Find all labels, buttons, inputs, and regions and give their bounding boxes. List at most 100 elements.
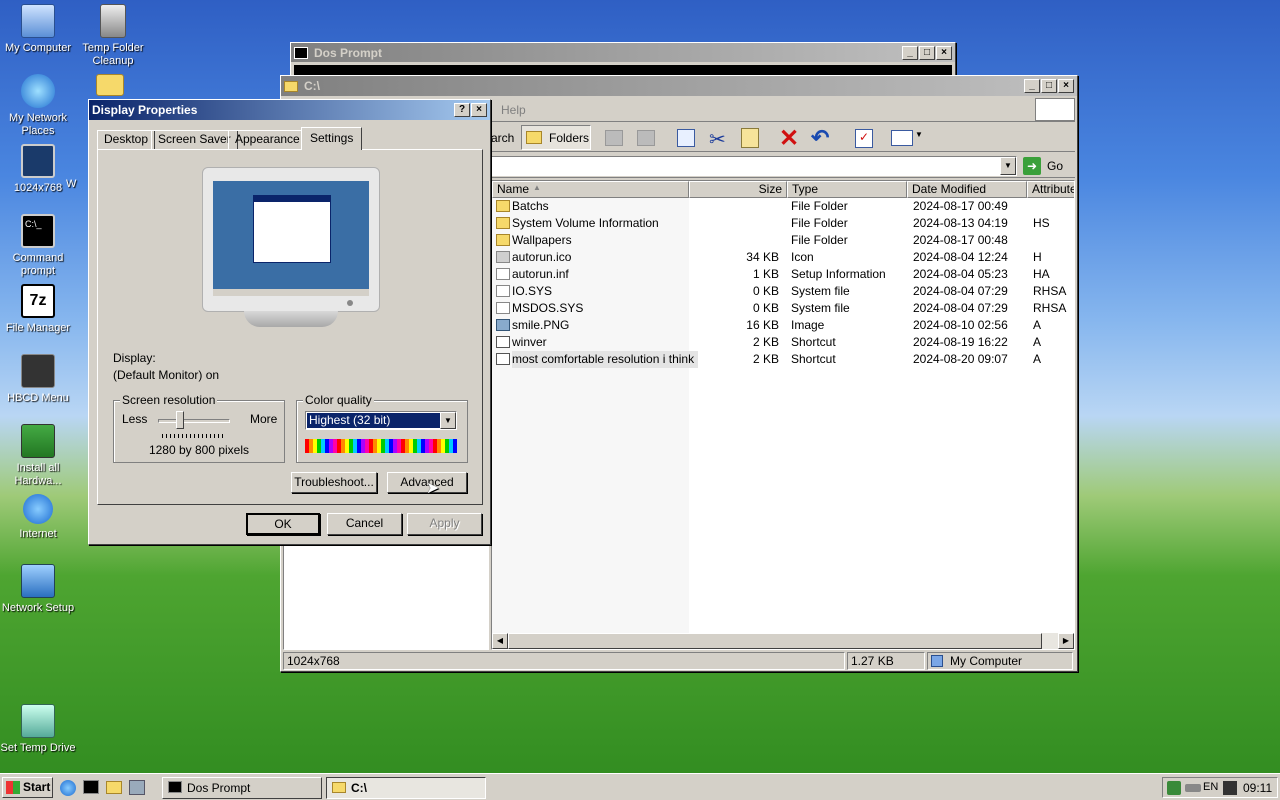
desktop-icon-my-computer[interactable]: My Computer [0, 4, 76, 55]
tab-appearance[interactable]: Appearance [228, 130, 307, 149]
properties-icon[interactable]: ✓ [855, 129, 873, 148]
7zip-icon: 7z [21, 284, 55, 318]
menu-help[interactable]: Help [501, 103, 526, 117]
language-indicator[interactable]: EN [1203, 781, 1218, 793]
dos-prompt-titlebar[interactable]: Dos Prompt _ □ × [291, 43, 955, 62]
minimize-button[interactable]: _ [902, 45, 918, 60]
column-header-date-modified[interactable]: Date Modified [907, 181, 1027, 198]
scroll-right-button[interactable]: ▶ [1058, 633, 1074, 649]
desktop-icon-command-prompt[interactable]: C:\_ Command prompt [0, 214, 76, 278]
file-row[interactable]: smile.PNG 16 KB Image 2024-08-10 02:56 A [492, 317, 1074, 334]
desktop-icon-my-network-places[interactable]: My Network Places [0, 74, 76, 138]
desktop-icon-w[interactable]: W [66, 178, 90, 191]
file-row[interactable]: IO.SYS 0 KB System file 2024-08-04 07:29 RHS… [492, 283, 1074, 300]
quicklaunch-folder-icon[interactable] [106, 781, 122, 794]
chevron-down-icon[interactable]: ▼ [915, 130, 923, 139]
help-button[interactable]: ? [454, 103, 470, 117]
desktop-icon-1024x768[interactable]: 1024x768 [0, 144, 76, 195]
chevron-down-icon[interactable]: ▼ [440, 412, 456, 429]
resolution-slider[interactable] [158, 419, 230, 423]
apply-button[interactable]: Apply [407, 513, 482, 535]
file-icon [496, 319, 510, 331]
chevron-down-icon[interactable]: ▼ [1000, 157, 1016, 175]
address-input[interactable]: ▼ [491, 156, 1017, 176]
views-icon[interactable] [891, 130, 913, 146]
file-row[interactable]: System Volume Information File Folder 2024… [492, 215, 1074, 232]
screen-resolution-label: Screen resolution [120, 393, 218, 407]
color-quality-select[interactable]: Highest (32 bit) ▼ [305, 411, 457, 430]
file-row[interactable]: Batchs File Folder 2024-08-17 00:49 [492, 198, 1074, 215]
scroll-thumb[interactable] [508, 633, 1042, 649]
column-header-attributes[interactable]: Attributes [1027, 181, 1074, 198]
network-tray-icon[interactable] [1167, 781, 1181, 795]
folders-button[interactable]: Folders [521, 125, 591, 150]
desktop-icon-internet[interactable]: Internet [0, 494, 76, 541]
taskbar-button-dos-prompt[interactable]: Dos Prompt [162, 777, 322, 799]
file-row[interactable]: Wallpapers File Folder 2024-08-17 00:48 [492, 232, 1074, 249]
desktop-icon-network-setup[interactable]: Network Setup [0, 564, 76, 615]
undo-icon[interactable]: ↶ [811, 125, 829, 151]
mouse-cursor-icon: ➤ [426, 480, 440, 497]
desktop-icon-set-temp-drive[interactable]: Set Temp Drive [0, 704, 76, 755]
scroll-left-button[interactable]: ◀ [492, 633, 508, 649]
file-date: 2024-08-04 05:23 [913, 267, 1008, 281]
go-button[interactable]: ➜ Go [1023, 156, 1071, 176]
close-button[interactable]: × [471, 103, 487, 117]
quicklaunch-ie-icon[interactable] [60, 780, 76, 796]
display-properties-dialog[interactable]: Display Properties ? × Desktop Screen Sav… [88, 99, 491, 545]
file-row[interactable]: autorun.ico 34 KB Icon 2024-08-04 12:24 H [492, 249, 1074, 266]
delete-icon[interactable]: ✕ [779, 124, 799, 153]
start-button[interactable]: Start [2, 777, 53, 798]
ok-button[interactable]: OK [246, 513, 320, 535]
taskbar-button-c-drive[interactable]: C:\ [326, 777, 486, 799]
minimize-button[interactable]: _ [1024, 79, 1040, 93]
horizontal-scrollbar[interactable]: ◀ ▶ [492, 633, 1074, 649]
desktop-icon-hbcd-menu[interactable]: HBCD Menu [0, 354, 76, 405]
tab-desktop[interactable]: Desktop [97, 130, 156, 149]
file-list[interactable]: Name ▲ Size Type Date Modified Attribute… [491, 180, 1075, 650]
resolution-slider-thumb[interactable] [176, 411, 184, 429]
desktop-icon-file-manager[interactable]: 7z File Manager [0, 284, 76, 335]
file-date: 2024-08-04 07:29 [913, 301, 1008, 315]
move-to-icon[interactable] [605, 130, 623, 146]
quicklaunch-desktop-icon[interactable] [129, 780, 145, 795]
file-name: smile.PNG [512, 318, 570, 332]
cut-icon[interactable]: ✂ [709, 127, 726, 152]
file-row[interactable]: winver 2 KB Shortcut 2024-08-19 16:22 A [492, 334, 1074, 351]
tool-tray-icon[interactable] [1223, 781, 1237, 795]
monitor-icon [21, 144, 55, 178]
maximize-button[interactable]: □ [1041, 79, 1057, 93]
tab-settings[interactable]: Settings [301, 127, 363, 150]
file-row[interactable]: most comfortable resolution i think 2 KB S… [492, 351, 1074, 368]
close-button[interactable]: × [1058, 79, 1074, 93]
status-left: 1024x768 [283, 652, 845, 670]
clock[interactable]: 09:11 [1243, 781, 1272, 795]
quicklaunch-cmd-icon[interactable] [83, 780, 99, 794]
file-attributes: RHSA [1033, 284, 1067, 298]
desktop-icon-install-hardware[interactable]: Install all Hardwa... [0, 424, 76, 488]
troubleshoot-button[interactable]: Troubleshoot... [291, 472, 377, 493]
cancel-button[interactable]: Cancel [327, 513, 402, 535]
maximize-button[interactable]: □ [919, 45, 935, 60]
paste-icon[interactable] [741, 128, 759, 148]
status-location: My Computer [927, 652, 1073, 670]
file-name: most comfortable resolution i think [512, 351, 699, 368]
desktop-icon-temp-folder-cleanup[interactable]: Temp Folder Cleanup [75, 4, 151, 68]
display-properties-titlebar[interactable]: Display Properties ? × [89, 100, 490, 120]
tab-screen-saver[interactable]: Screen Saver [151, 130, 238, 149]
column-header-name[interactable]: Name [492, 181, 689, 198]
copy-icon[interactable] [677, 129, 695, 147]
copy-to-icon[interactable] [637, 130, 655, 146]
resolution-value: 1280 by 800 pixels [148, 443, 250, 457]
file-row[interactable]: MSDOS.SYS 0 KB System file 2024-08-04 07:29… [492, 300, 1074, 317]
file-row[interactable]: autorun.inf 1 KB Setup Information 2024-08-… [492, 266, 1074, 283]
close-button[interactable]: × [936, 45, 952, 60]
column-header-type[interactable]: Type [787, 181, 907, 198]
explorer-titlebar[interactable]: C:\ _ □ × [281, 76, 1077, 96]
drive-tray-icon[interactable] [1185, 784, 1201, 792]
column-header-size[interactable]: Size [689, 181, 787, 198]
file-type: System file [791, 284, 850, 298]
search-button-label[interactable]: arch [491, 131, 514, 145]
file-date: 2024-08-20 09:07 [913, 352, 1008, 366]
desktop-icon-folder[interactable] [75, 74, 145, 100]
